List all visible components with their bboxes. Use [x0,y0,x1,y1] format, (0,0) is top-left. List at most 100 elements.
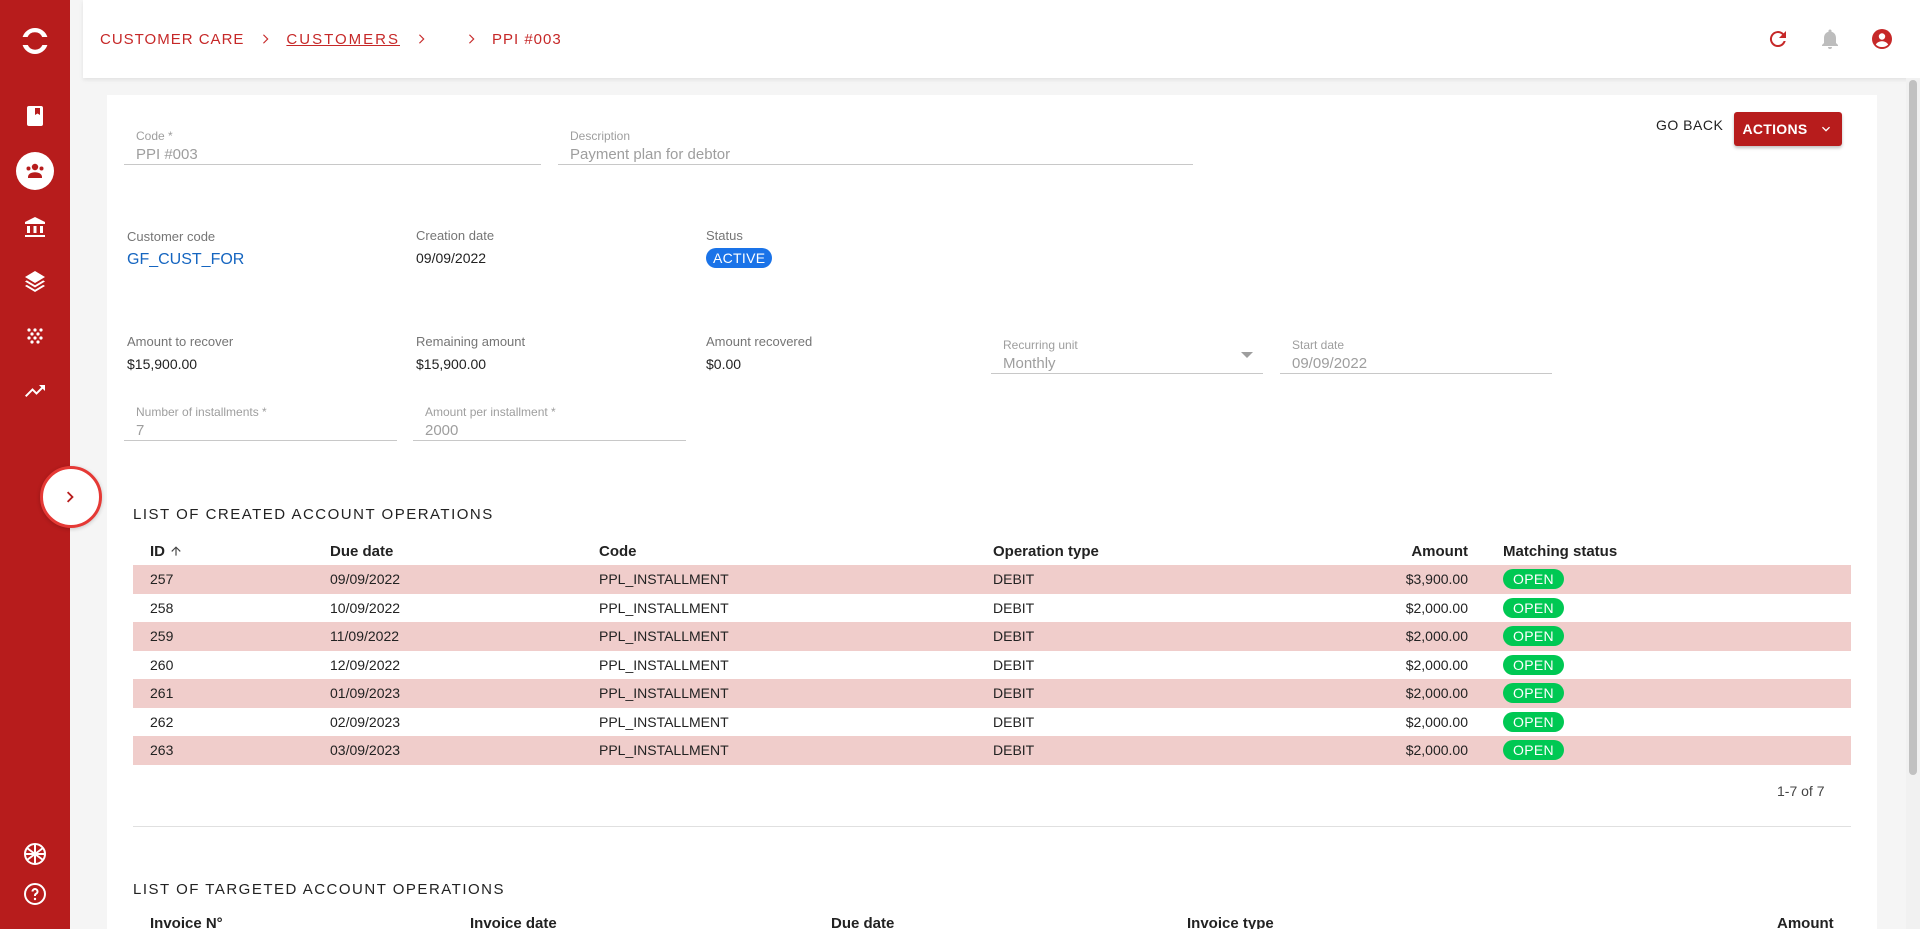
table-header-row: ID Due date Code Operation type Amount M… [133,537,1851,565]
column-header-due-date[interactable]: Due date [330,537,599,565]
customers-icon[interactable] [16,152,54,190]
logo-icon[interactable] [18,24,52,58]
code-value: PPI #003 [136,146,198,163]
layers-icon[interactable] [21,267,49,295]
creation-date-label: Creation date [416,228,495,243]
bank-icon[interactable] [21,213,49,241]
table-row[interactable]: 259 11/09/2022 PPL_INSTALLMENT DEBIT $2,… [133,622,1851,651]
column-header-id[interactable]: ID [133,537,330,565]
cell-matching-status: OPEN [1503,708,1851,737]
chevron-right-icon [258,32,272,46]
column-header-amount[interactable]: Amount [1777,915,1834,929]
created-operations-title: LIST OF CREATED ACCOUNT OPERATIONS [133,506,494,523]
status-badge: OPEN [1503,597,1564,618]
breadcrumb-current: PPI #003 [491,30,562,48]
description-field[interactable]: Description Payment plan for debtor [558,129,1193,165]
table-row[interactable]: 261 01/09/2023 PPL_INSTALLMENT DEBIT $2,… [133,679,1851,708]
payment-plan-card: Code * PPI #003 Description Payment plan… [107,95,1877,929]
expand-sidebar-button[interactable] [40,466,102,528]
go-back-button[interactable]: GO BACK [1656,117,1723,133]
cell-operation-type: DEBIT [993,622,1293,651]
table-row[interactable]: 258 10/09/2022 PPL_INSTALLMENT DEBIT $2,… [133,594,1851,623]
installments-field[interactable]: Number of installments * 7 [124,405,397,441]
page-scrollbar[interactable] [1906,78,1920,929]
recurring-unit-label: Recurring unit [1003,338,1078,352]
cell-operation-type: DEBIT [993,565,1293,594]
cell-operation-type: DEBIT [993,713,1035,730]
status-badge: OPEN [1503,711,1564,732]
refresh-icon[interactable] [1764,25,1792,53]
column-header-code[interactable]: Code [599,537,993,565]
scrollbar-thumb[interactable] [1909,80,1917,775]
table-row[interactable]: 260 12/09/2022 PPL_INSTALLMENT DEBIT $2,… [133,651,1851,680]
status-info: Status ACTIVE [706,228,773,268]
cell-matching-status: OPEN [1503,736,1851,765]
trending-up-icon[interactable] [21,377,49,405]
cell-due-date: 09/09/2022 [330,565,599,594]
column-header-invoice-date[interactable]: Invoice date [470,915,557,929]
recurring-unit-value: Monthly [1003,355,1056,372]
amount-per-installment-field[interactable]: Amount per installment * 2000 [413,405,686,441]
customer-code-link[interactable]: GF_CUST_FOR [127,251,244,269]
amount-per-installment-value: 2000 [425,422,459,439]
creation-date-value: 09/09/2022 [416,250,487,266]
cell-code: PPL_INSTALLMENT [599,656,729,673]
start-date-field[interactable]: Start date 09/09/2022 [1280,338,1552,374]
recurring-unit-select[interactable]: Recurring unit Monthly [991,338,1263,374]
amount-recovered-label: Amount recovered [706,334,813,349]
cell-amount: $2,000.00 [1405,713,1468,730]
column-header-amount[interactable]: Amount [1293,537,1503,565]
section-divider [133,826,1851,827]
status-badge: ACTIVE [706,248,773,268]
column-header-invoice-number[interactable]: Invoice N° [150,915,223,929]
bell-icon[interactable] [1816,25,1844,53]
help-icon[interactable] [21,880,49,908]
cell-amount: $2,000.00 [1405,656,1468,673]
cell-due-date: 01/09/2023 [330,679,599,708]
cell-code: PPL_INSTALLMENT [599,599,729,616]
amount-recovered-info: Amount recovered $0.00 [706,334,812,372]
book-icon[interactable] [21,102,49,130]
cell-operation-type: DEBIT [993,736,1293,765]
column-header-operation-type[interactable]: Operation type [993,537,1293,565]
amount-recovered-value: $0.00 [706,356,742,372]
cell-due-date: 03/09/2023 [330,736,599,765]
breadcrumb-customers[interactable]: CUSTOMERS [286,31,400,48]
breadcrumb-customer-care[interactable]: CUSTOMER CARE [100,31,244,48]
status-badge: OPEN [1503,569,1564,590]
top-header: CUSTOMER CARE CUSTOMERS PPI #003 [83,0,1920,78]
cell-due-date: 02/09/2023 [330,713,401,730]
cell-code: PPL_INSTALLMENT [599,736,993,765]
account-icon[interactable] [1868,25,1896,53]
sidebar [0,0,70,929]
column-header-matching-status[interactable]: Matching status [1503,537,1851,565]
cell-id: 257 [133,565,330,594]
dots-icon[interactable] [21,322,49,350]
cell-id: 263 [133,736,330,765]
chevron-right-icon [464,32,478,46]
start-date-value: 09/09/2022 [1292,355,1368,372]
table-row[interactable]: 257 09/09/2022 PPL_INSTALLMENT DEBIT $3,… [133,565,1851,594]
cell-operation-type: DEBIT [993,679,1293,708]
chevron-right-icon [414,32,428,46]
cell-operation-type: DEBIT [993,599,1035,616]
column-header-due-date[interactable]: Due date [831,915,894,929]
installments-label: Number of installments * [136,405,267,419]
remaining-amount-value: $15,900.00 [416,356,487,372]
column-header-invoice-type[interactable]: Invoice type [1187,915,1274,929]
cell-matching-status: OPEN [1503,565,1851,594]
code-label: Code * [136,129,173,143]
cell-matching-status: OPEN [1503,622,1851,651]
status-label: Status [706,228,743,243]
language-flag-icon[interactable] [21,840,49,868]
customer-code-info: Customer code GF_CUST_FOR [127,229,244,269]
cell-amount: $2,000.00 [1405,599,1468,616]
cell-due-date: 11/09/2022 [330,622,599,651]
sort-ascending-icon[interactable] [169,544,183,558]
table-row[interactable]: 263 03/09/2023 PPL_INSTALLMENT DEBIT $2,… [133,736,1851,765]
actions-button[interactable]: ACTIONS [1734,112,1842,146]
cell-id: 259 [133,622,330,651]
cell-code: PPL_INSTALLMENT [599,565,993,594]
table-row[interactable]: 262 02/09/2023 PPL_INSTALLMENT DEBIT $2,… [133,708,1851,737]
code-field[interactable]: Code * PPI #003 [124,129,541,165]
